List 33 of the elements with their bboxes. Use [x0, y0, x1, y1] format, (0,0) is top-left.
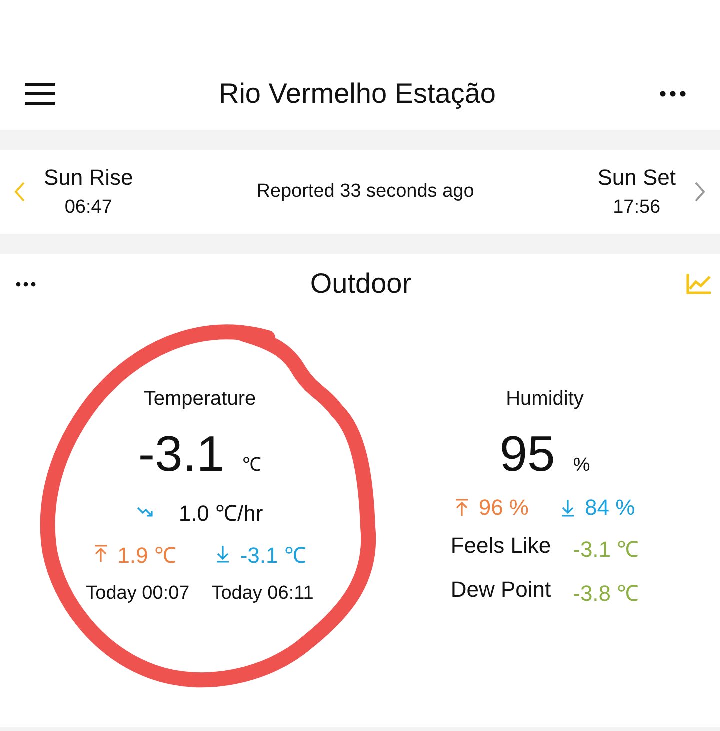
chevron-right-icon[interactable] — [694, 181, 706, 203]
sunrise-label: Sun Rise — [44, 165, 134, 191]
temperature-value: -3.1 — [138, 425, 225, 483]
humidity-label: Humidity — [506, 388, 584, 411]
arrow-up-icon — [454, 499, 469, 517]
low-time: Today 06:11 — [212, 583, 314, 605]
metric-label: Feels Like — [450, 533, 552, 560]
sunset-time: 17:56 — [613, 197, 661, 219]
humidity-value: 95 — [500, 425, 556, 483]
high-humidity: 96 % — [478, 495, 529, 521]
trend-rate: 1.0 ℃/hr — [178, 500, 264, 527]
metric-label: Dew Point — [450, 577, 552, 604]
arrow-up-icon — [94, 545, 108, 563]
trend-down-icon — [136, 506, 155, 518]
menu-icon[interactable] — [25, 82, 55, 106]
temperature-label: Temperature — [144, 388, 256, 411]
metric-value: -3.1 ℃ — [573, 536, 640, 563]
low-humidity: 84 % — [585, 495, 636, 521]
arrow-down-icon — [561, 499, 575, 517]
sunrise-time: 06:47 — [64, 197, 112, 219]
temperature-unit: ℃ — [242, 454, 262, 477]
high-temperature: 1.9 ℃ — [118, 542, 176, 569]
station-title: Rio Vermelho Estação — [218, 78, 496, 110]
metric-value: -3.8 ℃ — [573, 580, 640, 607]
arrow-down-icon — [216, 545, 230, 563]
low-temperature: -3.1 ℃ — [240, 542, 306, 569]
more-icon[interactable] — [16, 282, 36, 286]
high-time: Today 00:07 — [86, 583, 190, 605]
more-icon[interactable] — [660, 91, 686, 97]
card-title: Outdoor — [310, 268, 412, 300]
humidity-unit: % — [573, 455, 590, 477]
reported-text: Reported 33 seconds ago — [256, 181, 476, 203]
sunset-label: Sun Set — [598, 165, 676, 191]
